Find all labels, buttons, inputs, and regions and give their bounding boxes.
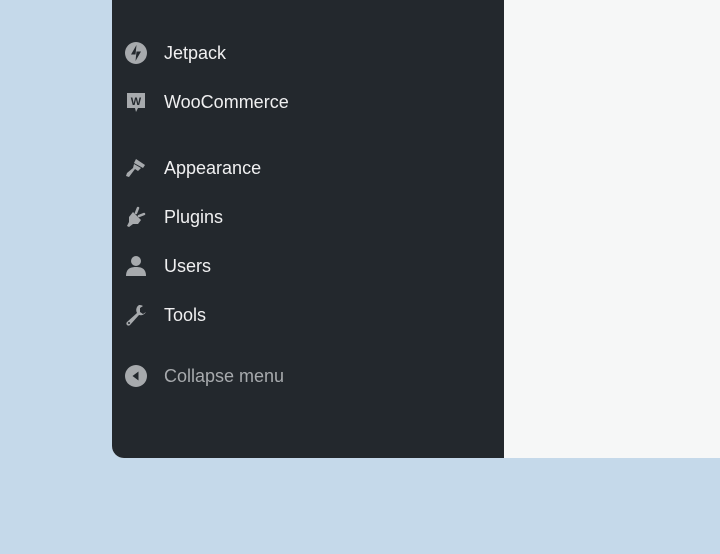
main-content [504,0,720,458]
menu-item-label: Jetpack [164,42,227,63]
collapse-menu-button[interactable]: Collapse menu [112,356,504,396]
collapse-arrow-icon [124,364,148,388]
wrench-icon [124,303,148,327]
admin-sidebar: Jetpack W WooCommerce Appearance Plugins… [112,0,504,458]
collapse-menu-label: Collapse menu [164,365,285,386]
user-icon [124,254,148,278]
menu-item-label: Users [164,255,212,276]
menu-item-label: WooCommerce [164,91,289,112]
paintbrush-icon [124,156,148,180]
menu-item-plugins[interactable]: Plugins [112,197,504,237]
menu-item-appearance[interactable]: Appearance [112,148,504,188]
menu-item-label: Appearance [164,157,262,178]
svg-text:W: W [131,96,142,108]
menu-item-jetpack[interactable]: Jetpack [112,33,504,73]
menu-item-woocommerce[interactable]: W WooCommerce [112,82,504,122]
jetpack-icon [124,41,148,65]
menu-item-label: Tools [164,304,207,325]
plugin-icon [124,205,148,229]
admin-window: Jetpack W WooCommerce Appearance Plugins… [112,0,720,458]
menu-item-label: Plugins [164,206,224,227]
menu-item-users[interactable]: Users [112,246,504,286]
menu-item-tools[interactable]: Tools [112,295,504,335]
woocommerce-icon: W [124,90,148,114]
